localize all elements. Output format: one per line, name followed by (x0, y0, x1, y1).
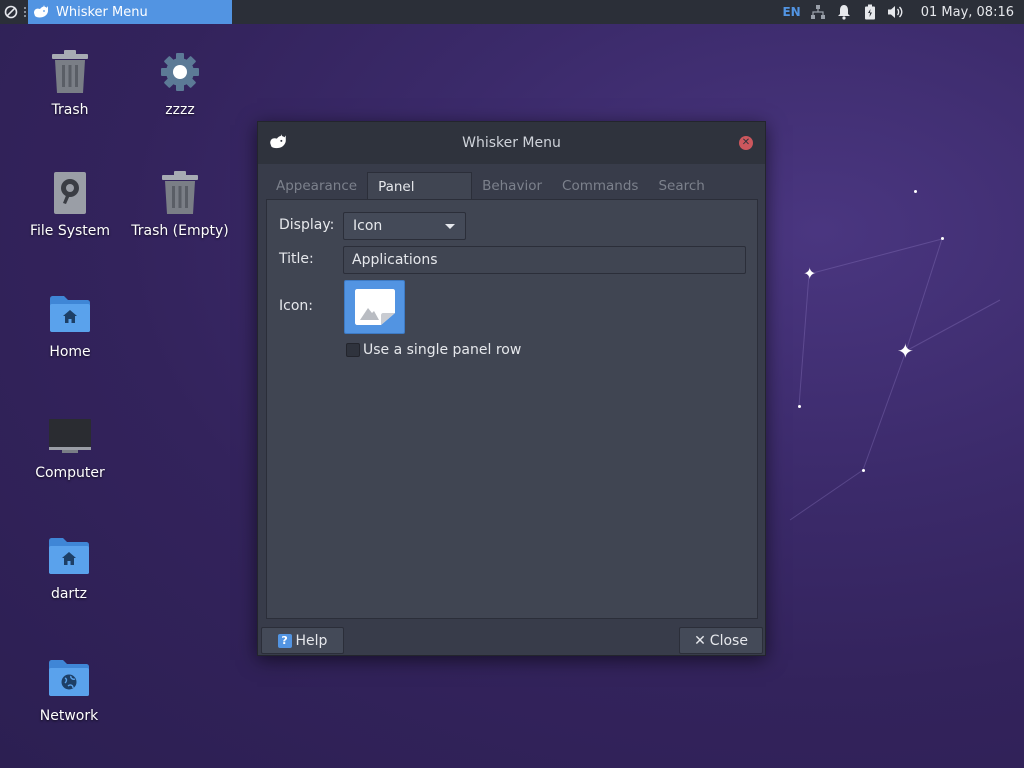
close-icon: ✕ (694, 632, 706, 649)
chevron-down-icon (445, 224, 455, 229)
whisker-menu-icon (34, 5, 49, 18)
network-folder-icon (45, 654, 93, 702)
display-label: Display: (279, 217, 335, 233)
home-folder-icon (46, 290, 94, 338)
panel-action-button[interactable] (0, 0, 22, 24)
single-panel-row-label: Use a single panel row (363, 342, 522, 358)
desktop-icon-zzzz[interactable]: zzzz (130, 48, 230, 118)
desktop-icon-label: Home (49, 344, 91, 360)
tab-appearance[interactable]: Appearance (266, 172, 367, 200)
desktop-icon-label: File System (29, 223, 111, 239)
desktop-icon-network[interactable]: Network (19, 654, 119, 724)
battery-icon[interactable] (861, 3, 879, 21)
settings-tabs: Appearance Panel Button Behavior Command… (266, 172, 765, 223)
tab-commands[interactable]: Commands (552, 172, 648, 200)
close-button[interactable]: ✕ Close (679, 627, 763, 654)
wallpaper-star (798, 405, 801, 408)
window-close-button[interactable]: ✕ (739, 136, 753, 150)
desktop-icon-label: zzzz (165, 102, 195, 118)
desktop-icon-trash-empty[interactable]: Trash (Empty) (130, 169, 230, 239)
desktop-icon-label: Computer (35, 465, 105, 481)
single-panel-row-checkbox[interactable] (346, 343, 360, 357)
settings-gear-icon (156, 48, 204, 96)
wallpaper-star (862, 469, 865, 472)
system-tray: EN 01 May, 08:16 (782, 0, 1024, 24)
trash-icon (156, 169, 204, 217)
help-icon: ? (277, 633, 292, 648)
volume-icon[interactable] (887, 3, 905, 21)
single-panel-row-option[interactable]: Use a single panel row (346, 342, 521, 358)
title-label: Title: (279, 251, 314, 267)
top-panel: Whisker Menu EN 01 May, 08:16 (0, 0, 1024, 24)
dialog-title: Whisker Menu (462, 135, 561, 151)
panel-clock[interactable]: 01 May, 08:16 (921, 5, 1014, 20)
whisker-menu-settings-dialog: Whisker Menu ✕ Appearance Panel Button B… (257, 121, 766, 656)
desktop-icon-label: Trash (Empty) (131, 223, 229, 239)
tab-panel-button[interactable]: Panel Button (367, 172, 473, 223)
wallpaper-star (941, 237, 944, 240)
icon-label: Icon: (279, 298, 313, 314)
title-input-value: Applications (352, 252, 438, 268)
wallpaper-star: ✦ (897, 339, 914, 363)
display-dropdown[interactable]: Icon (343, 212, 466, 240)
help-button[interactable]: ? Help (261, 627, 344, 654)
desktop-icon-home[interactable]: Home (20, 290, 120, 360)
close-button-label: Close (709, 632, 748, 649)
taskbar-item-whisker-menu[interactable]: Whisker Menu (28, 0, 232, 24)
desktop-icon-label: Trash (51, 102, 89, 118)
desktop-icon-dartz[interactable]: dartz (19, 532, 119, 602)
drive-icon (46, 169, 94, 217)
dialog-titlebar[interactable]: Whisker Menu ✕ (258, 122, 765, 164)
trash-icon (46, 48, 94, 96)
home-folder-icon (45, 532, 93, 580)
desktop-icon-trash[interactable]: Trash (20, 48, 120, 118)
desktop-icon-label: Network (39, 708, 99, 724)
wallpaper-star: ✦ (803, 264, 817, 283)
desktop-icon-file-system[interactable]: File System (20, 169, 120, 239)
icon-chooser-button[interactable] (344, 280, 405, 334)
whisker-menu-icon (268, 133, 288, 155)
desktop-icon-computer[interactable]: Computer (20, 411, 120, 481)
do-not-disturb-icon (4, 5, 18, 19)
help-button-label: Help (295, 632, 328, 649)
computer-icon (46, 411, 94, 459)
title-input[interactable]: Applications (343, 246, 746, 274)
desktop-icon-label: dartz (50, 586, 88, 602)
image-placeholder-icon (354, 289, 395, 325)
wallpaper-star (914, 190, 917, 193)
panel-button-page: Display: Icon Title: Applications Icon: … (266, 199, 758, 619)
keyboard-layout-indicator[interactable]: EN (782, 5, 800, 19)
close-icon: ✕ (741, 137, 751, 148)
notification-bell-icon[interactable] (835, 3, 853, 21)
tab-search-actions[interactable]: Search Actions (648, 172, 765, 222)
network-icon[interactable] (809, 3, 827, 21)
display-dropdown-value: Icon (353, 218, 383, 234)
tab-behavior[interactable]: Behavior (472, 172, 552, 200)
taskbar-item-label: Whisker Menu (56, 4, 148, 20)
